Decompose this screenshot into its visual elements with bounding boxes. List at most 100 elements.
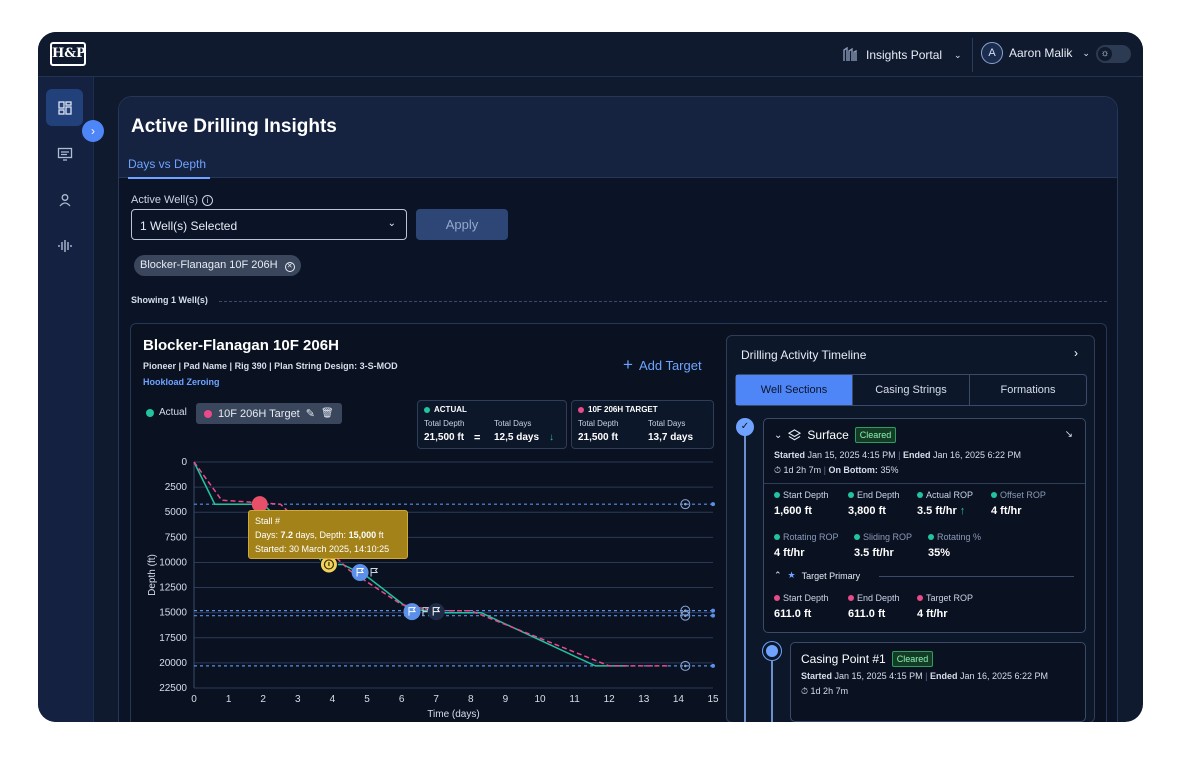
portal-label: Insights Portal [866, 48, 943, 62]
well-name: Blocker-Flanagan 10F 206H [143, 337, 339, 354]
well-card: Blocker-Flanagan 10F 206H Pioneer | Pad … [130, 323, 1107, 722]
status-dot [424, 406, 430, 413]
edit-icon[interactable]: ✎ [306, 407, 315, 420]
divider [219, 301, 1107, 302]
metric-label-text: Actual ROP [926, 490, 974, 500]
actual-series-line [193, 461, 627, 667]
metric-label-text: Rotating ROP [783, 532, 839, 542]
user-menu[interactable]: A Aaron Malik ⌄ [981, 42, 1090, 64]
status-dot [848, 492, 854, 498]
status-dot [848, 595, 854, 601]
y-tick-label: 7500 [165, 532, 188, 543]
chevron-down-icon: ⌄ [954, 49, 962, 60]
y-tick-label: 22500 [159, 683, 187, 694]
tab-casing-strings[interactable]: Casing Strings [853, 375, 970, 405]
actual-depth-label: Total Depth [424, 419, 465, 428]
metric-value: 1,600 ft [774, 505, 812, 517]
wells-select-value: 1 Well(s) Selected [140, 219, 238, 233]
y-tick-label: 12500 [159, 583, 187, 594]
chevron-right-icon[interactable]: › [1074, 346, 1078, 360]
company-logo[interactable]: H&P [50, 42, 86, 66]
tooltip-text: days, Depth: [293, 530, 349, 540]
y-tick-label: 0 [181, 457, 187, 468]
sidebar-item-analytics[interactable] [46, 227, 83, 264]
x-tick-label: 10 [534, 694, 546, 705]
layers-icon [788, 428, 802, 440]
tab-formations[interactable]: Formations [970, 375, 1086, 405]
add-target-button[interactable]: + Add Target [623, 355, 702, 375]
tab-days-vs-depth[interactable]: Days vs Depth [128, 157, 211, 179]
sidebar-item-profile[interactable] [46, 181, 83, 218]
actual-days-label: Total Days [494, 419, 532, 428]
sidebar-item-dashboard[interactable] [46, 89, 83, 126]
portal-switcher[interactable]: Insights Portal ⌄ [842, 45, 962, 65]
x-tick-label: 9 [503, 694, 509, 705]
metric-label-text: Start Depth [783, 593, 829, 603]
tooltip-line1: Days: 7.2 days, Depth: 15,000 ft [255, 528, 401, 542]
section-header[interactable]: ⌄ Surface Cleared [774, 427, 897, 443]
ended-value: Jan 16, 2025 6:22 PM [959, 671, 1049, 681]
chevron-down-icon: ⌄ [774, 429, 783, 441]
x-tick-label: 6 [399, 694, 405, 705]
target-primary-header[interactable]: ⌃ ★ Target Primary [774, 570, 860, 581]
x-tick-label: 7 [433, 694, 439, 705]
status-dot [774, 492, 780, 498]
target-days-label: Total Days [648, 419, 686, 428]
ended-label: Ended [902, 450, 931, 460]
metric-value: 611.0 ft [774, 608, 812, 620]
top-bar: H&P Insights Portal ⌄ A Aaron Malik ⌄ ☼ [38, 32, 1143, 77]
target-icon [763, 642, 781, 660]
sidebar-expand-button[interactable]: › [82, 120, 104, 142]
actual-header: ACTUAL [434, 405, 467, 414]
x-tick-label: 4 [330, 694, 336, 705]
star-icon: ★ [787, 570, 796, 580]
collapse-icon[interactable]: ↘ [1065, 429, 1073, 440]
legend-target-label: 10F 206H Target [218, 407, 300, 420]
user-name: Aaron Malik [1009, 46, 1073, 60]
trash-icon[interactable]: 🗑 [321, 408, 334, 419]
legend-actual[interactable]: Actual [146, 407, 187, 418]
legend-target[interactable]: 10F 206H Target ✎ 🗑 [196, 403, 342, 424]
sidebar-item-messages[interactable] [46, 135, 83, 172]
showing-count: Showing 1 Well(s) [131, 295, 208, 305]
days-vs-depth-chart: 0250050007500100001250015000175002000022… [147, 457, 719, 720]
divider [879, 576, 1074, 577]
chevron-down-icon: ⌄ [387, 218, 396, 229]
theme-toggle[interactable]: ☼ [1096, 45, 1131, 63]
divider [764, 483, 1085, 484]
header-divider [972, 38, 973, 72]
x-tick-label: 12 [604, 694, 616, 705]
on-bottom-value: 35% [880, 465, 899, 475]
active-wells-text: Active Well(s) [131, 194, 199, 206]
metric-label-text: End Depth [857, 593, 900, 603]
tooltip-depth: 15,000 [348, 530, 377, 540]
section-name: Surface [807, 428, 849, 442]
wells-select[interactable]: 1 Well(s) Selected ⌄ [131, 209, 407, 240]
metric-label-text: Rotating % [937, 532, 982, 542]
status-dot [774, 534, 780, 540]
metric-label-text: Sliding ROP [863, 532, 913, 542]
plus-icon: + [623, 355, 633, 374]
check-icon: ✓ [736, 418, 754, 436]
section-header[interactable]: Casing Point #1 Cleared [801, 651, 934, 667]
started-value: Jan 15, 2025 4:15 PM [834, 671, 923, 681]
close-icon[interactable]: ✕ [284, 262, 295, 272]
chevron-down-icon: ⌄ [1082, 47, 1090, 58]
status-dot [917, 595, 923, 601]
reference-end-dot [711, 613, 715, 618]
x-tick-label: 2 [260, 694, 266, 705]
metric-value: 611.0 ft [848, 608, 886, 620]
apply-button[interactable]: Apply [416, 209, 508, 240]
section-times: Started Jan 15, 2025 4:15 PM | Ended Jan… [801, 671, 1049, 681]
metric-value: 4 ft/hr [991, 505, 1022, 517]
tab-well-sections[interactable]: Well Sections [736, 375, 853, 405]
metric-label: Start Depth [774, 593, 829, 603]
info-icon[interactable]: i [202, 194, 214, 206]
x-tick-label: 15 [707, 694, 719, 705]
hookload-link[interactable]: Hookload Zeroing [143, 377, 220, 387]
arrow-down-icon: ↓ [549, 432, 554, 443]
x-tick-label: 1 [226, 694, 232, 705]
well-chip[interactable]: Blocker-Flanagan 10F 206H ✕ [134, 255, 301, 276]
duration-value: 1d 2h 7m [783, 465, 822, 475]
chevron-right-icon: › [91, 124, 95, 138]
